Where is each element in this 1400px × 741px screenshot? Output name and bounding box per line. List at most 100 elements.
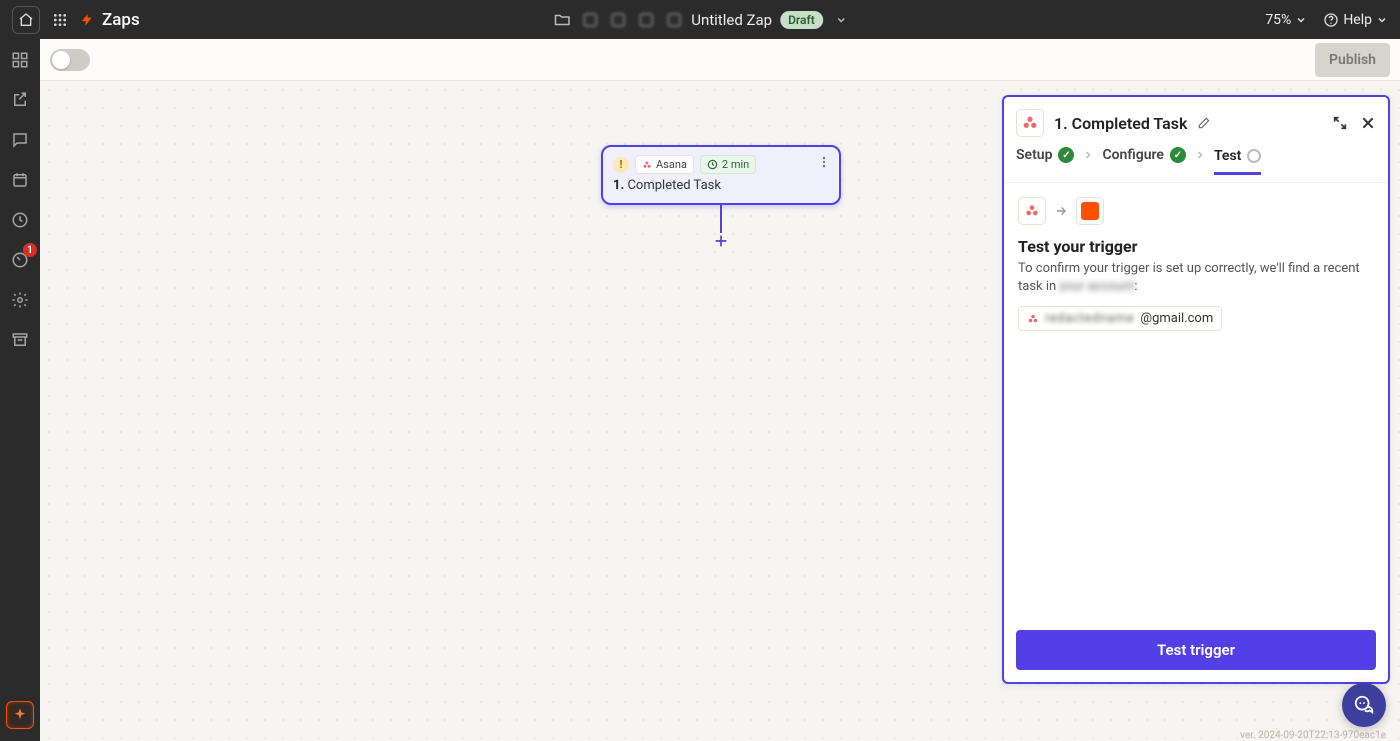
add-step-button[interactable]: [711, 231, 731, 251]
panel-body: Test your trigger To confirm your trigge…: [1004, 183, 1388, 618]
zap-menu-button[interactable]: [835, 14, 847, 26]
archive-icon: [11, 331, 29, 349]
blurred-icon-1: [581, 11, 599, 29]
tab-test-label: Test: [1214, 148, 1241, 164]
expand-icon: [1332, 115, 1348, 131]
expand-button[interactable]: [1332, 115, 1348, 131]
status-badge: Draft: [780, 11, 823, 29]
polling-chip: 2 min: [700, 155, 756, 174]
chevron-down-icon: [1376, 14, 1388, 26]
check-icon: ✓: [1170, 147, 1186, 163]
arrow-right-icon: [1054, 204, 1068, 218]
zoom-value: 75%: [1265, 12, 1291, 28]
zoom-control[interactable]: 75%: [1265, 12, 1307, 28]
top-bar: Zaps Untitled Zap Draft 75% Help: [0, 0, 1400, 39]
gear-icon: [11, 291, 29, 309]
sparkle-icon: [12, 707, 28, 723]
trigger-node[interactable]: ! Asana 2 min 1. Completed Task: [601, 145, 841, 205]
rail-item-alerts[interactable]: 1: [9, 249, 31, 271]
enable-toggle[interactable]: [50, 49, 90, 71]
rail-item-settings[interactable]: [9, 289, 31, 311]
polling-label: 2 min: [722, 158, 749, 171]
plus-icon: [713, 233, 729, 249]
alert-badge: 1: [23, 243, 37, 257]
rail-item-calendar[interactable]: [9, 169, 31, 191]
node-step-number: 1.: [613, 178, 624, 193]
radio-empty-icon: [1247, 149, 1261, 163]
zap-name[interactable]: Untitled Zap: [691, 11, 772, 29]
page-title: Zaps: [102, 10, 140, 30]
home-button[interactable]: [12, 6, 40, 34]
chevron-right-icon: [1194, 149, 1206, 172]
help-fab[interactable]: [1342, 683, 1386, 727]
asana-icon: [642, 160, 652, 170]
asana-icon: [1027, 313, 1039, 325]
target-app-tile: [1076, 197, 1104, 225]
asana-icon: [1021, 114, 1039, 132]
node-step-text: Completed Task: [627, 178, 721, 193]
panel-footer: Test trigger: [1004, 618, 1388, 682]
account-suffix: @gmail.com: [1140, 311, 1213, 326]
account-name-blur: redactedname: [1045, 311, 1134, 326]
test-heading: Test your trigger: [1018, 237, 1374, 256]
tab-setup[interactable]: Setup ✓: [1016, 147, 1074, 174]
canvas[interactable]: ! Asana 2 min 1. Completed Task: [40, 81, 1400, 741]
blurred-icon-2: [609, 11, 627, 29]
apps-grid-button[interactable]: [50, 10, 70, 30]
kebab-icon: [817, 155, 831, 169]
help-button[interactable]: Help: [1323, 12, 1388, 28]
connector-line: [720, 205, 722, 233]
help-icon: [1323, 12, 1339, 28]
chat-help-icon: [1353, 694, 1375, 716]
node-header: ! Asana 2 min: [603, 147, 839, 178]
test-trigger-button[interactable]: Test trigger: [1016, 630, 1376, 670]
app-tile: [1016, 109, 1044, 137]
asana-icon: [1024, 203, 1040, 219]
rail-item-export[interactable]: [9, 89, 31, 111]
pencil-icon: [1197, 116, 1211, 130]
publish-button[interactable]: Publish: [1315, 43, 1390, 77]
toggle-knob: [52, 51, 70, 69]
rail-bottom: [6, 701, 34, 729]
folder-icon[interactable]: [553, 11, 571, 29]
app-chip: Asana: [635, 155, 694, 174]
test-description: To confirm your trigger is set up correc…: [1018, 260, 1374, 296]
close-icon: [1360, 115, 1376, 131]
close-button[interactable]: [1360, 115, 1376, 131]
rail-item-grid[interactable]: [9, 49, 31, 71]
chevron-down-icon: [835, 14, 847, 26]
rail-item-comments[interactable]: [9, 129, 31, 151]
app-chip-label: Asana: [656, 158, 687, 171]
account-chip[interactable]: redactedname @gmail.com: [1018, 306, 1222, 331]
rail-item-archive[interactable]: [9, 329, 31, 351]
ai-assist-button[interactable]: [6, 701, 34, 729]
panel-title: 1. Completed Task: [1054, 114, 1187, 133]
home-icon: [18, 12, 34, 28]
rename-button[interactable]: [1197, 116, 1211, 130]
path-icons: [553, 11, 683, 29]
tab-test[interactable]: Test: [1214, 148, 1261, 175]
zap-title-group: Untitled Zap Draft: [553, 11, 847, 29]
rail-item-history[interactable]: [9, 209, 31, 231]
step-tabs: Setup ✓ Configure ✓ Test: [1004, 147, 1388, 183]
check-icon: ✓: [1058, 147, 1074, 163]
tab-setup-label: Setup: [1016, 147, 1052, 163]
test-desc-blur: your account: [1059, 279, 1134, 294]
clock-icon: [707, 159, 718, 170]
calendar-icon: [11, 171, 29, 189]
warning-icon: !: [613, 157, 629, 173]
chevron-down-icon: [1295, 14, 1307, 26]
zapier-icon: [1081, 202, 1099, 220]
panel-header: 1. Completed Task: [1004, 97, 1388, 147]
bolt-icon: [80, 11, 94, 29]
tab-configure[interactable]: Configure ✓: [1102, 147, 1185, 174]
clock-icon: [11, 211, 29, 229]
step-config-panel: 1. Completed Task Setup ✓ Configure: [1002, 95, 1390, 684]
blurred-icon-3: [637, 11, 655, 29]
node-menu-button[interactable]: [817, 155, 831, 169]
export-icon: [11, 91, 29, 109]
grid-icon: [52, 12, 68, 28]
help-label: Help: [1343, 12, 1372, 28]
chevron-right-icon: [1082, 149, 1094, 172]
grid-small-icon: [11, 51, 29, 69]
